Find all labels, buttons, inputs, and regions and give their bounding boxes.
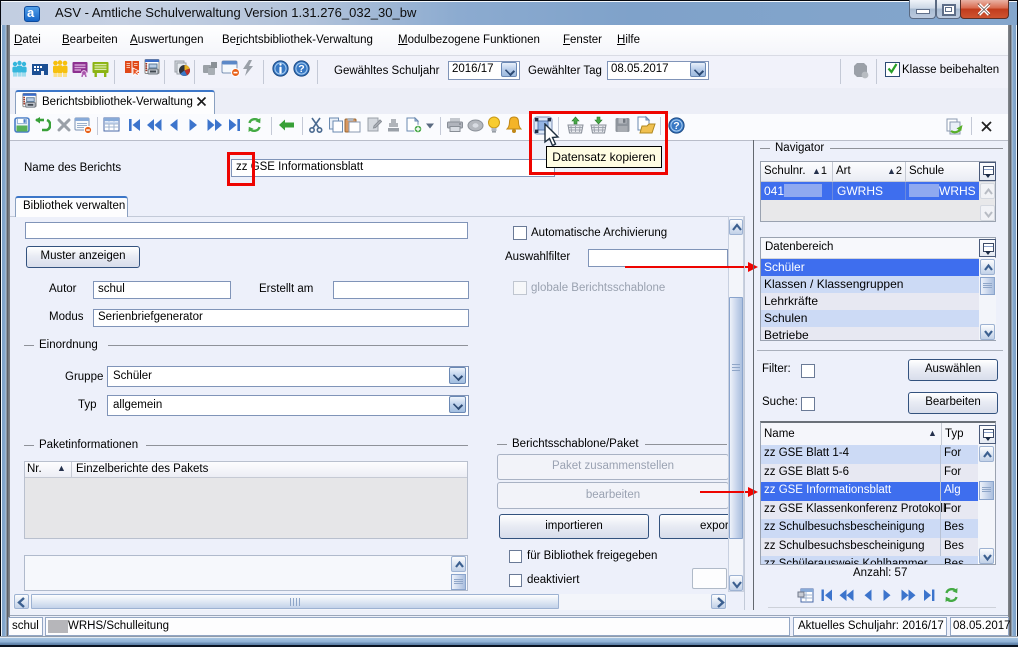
svg-text:?: ? — [298, 63, 304, 75]
svg-text:?: ? — [673, 120, 679, 132]
